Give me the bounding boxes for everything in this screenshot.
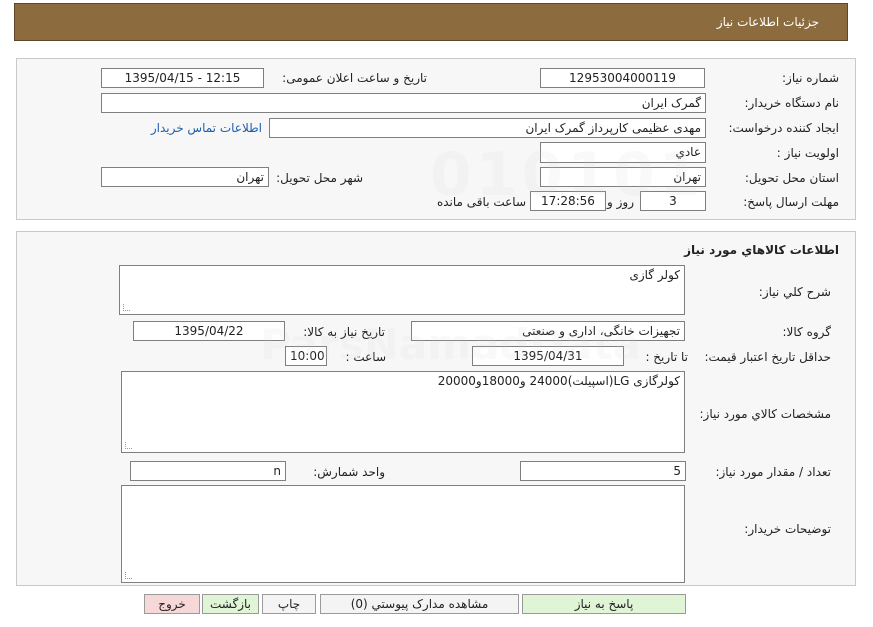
buyer-org-label: نام دستگاه خریدار:: [744, 96, 840, 110]
spec-label: مشخصات کالاي مورد نياز:: [699, 407, 831, 421]
need-number-field[interactable]: 12953004000119: [540, 68, 705, 88]
group-label: گروه کالا:: [782, 325, 832, 339]
desc-label: شرح کلي نياز:: [758, 285, 831, 299]
notes-label: توضیحات خریدار:: [744, 522, 831, 536]
page-header: جزئیات اطلاعات نیاز: [14, 3, 848, 41]
print-button[interactable]: چاپ: [262, 594, 316, 614]
creator-label: ایجاد کننده درخواست:: [728, 121, 839, 135]
notes-textarea[interactable]: [121, 485, 685, 583]
province-label: استان محل تحویل:: [744, 171, 839, 185]
need-date-field[interactable]: 1395/04/22: [133, 321, 285, 341]
validity-label: حداقل تاریخ اعتبار قیمت:: [704, 350, 831, 364]
reply-button[interactable]: پاسخ به نیاز: [522, 594, 686, 614]
deadline-label: مهلت ارسال پاسخ:: [743, 195, 839, 209]
days-field[interactable]: 3: [640, 191, 706, 211]
page-title: جزئیات اطلاعات نیاز: [716, 15, 819, 29]
days-label: روز و: [607, 195, 634, 209]
buyer-org-field[interactable]: گمرک ایران: [101, 93, 706, 113]
buyer-contact-link[interactable]: اطلاعات تماس خریدار: [151, 121, 262, 135]
hour-label: ساعت :: [345, 350, 386, 364]
announce-field[interactable]: 1395/04/15 - 12:15: [101, 68, 264, 88]
hour-field[interactable]: 10:00: [285, 346, 327, 366]
priority-field[interactable]: عادي: [540, 142, 706, 163]
unit-label: واحد شمارش:: [313, 465, 385, 479]
view-attachments-button[interactable]: مشاهده مدارک پیوستي (0): [320, 594, 519, 614]
to-date-field[interactable]: 1395/04/31: [472, 346, 624, 366]
city-label: شهر محل تحویل:: [276, 171, 363, 185]
qty-field[interactable]: 5: [520, 461, 686, 481]
goods-section-title: اطلاعات کالاهاي مورد نياز: [684, 243, 839, 257]
need-number-label: شماره نیاز:: [782, 71, 839, 85]
priority-label: اولویت نیاز :: [776, 146, 839, 160]
desc-textarea[interactable]: کولر گازی: [119, 265, 685, 315]
remaining-label: ساعت باقی مانده: [436, 195, 526, 209]
to-date-label: تا تاریخ :: [645, 350, 688, 364]
remaining-time-field[interactable]: 17:28:56: [530, 191, 606, 211]
creator-field[interactable]: مهدی عظیمی کارپرداز گمرک ایران: [269, 118, 706, 138]
province-field[interactable]: تهران: [540, 167, 706, 187]
unit-field[interactable]: n: [130, 461, 286, 481]
qty-label: تعداد / مقدار مورد نیاز:: [715, 465, 831, 479]
exit-button[interactable]: خروج: [144, 594, 200, 614]
city-field[interactable]: تهران: [101, 167, 269, 187]
need-date-label: تاریخ نیاز به کالا:: [303, 325, 385, 339]
spec-textarea[interactable]: کولرگازی LG(اسپیلت)24000 و18000و20000: [121, 371, 685, 453]
back-button[interactable]: بازگشت: [202, 594, 259, 614]
group-field[interactable]: تجهیزات خانگی، اداری و صنعتی: [411, 321, 685, 341]
announce-label: تاریخ و ساعت اعلان عمومی:: [282, 71, 427, 85]
